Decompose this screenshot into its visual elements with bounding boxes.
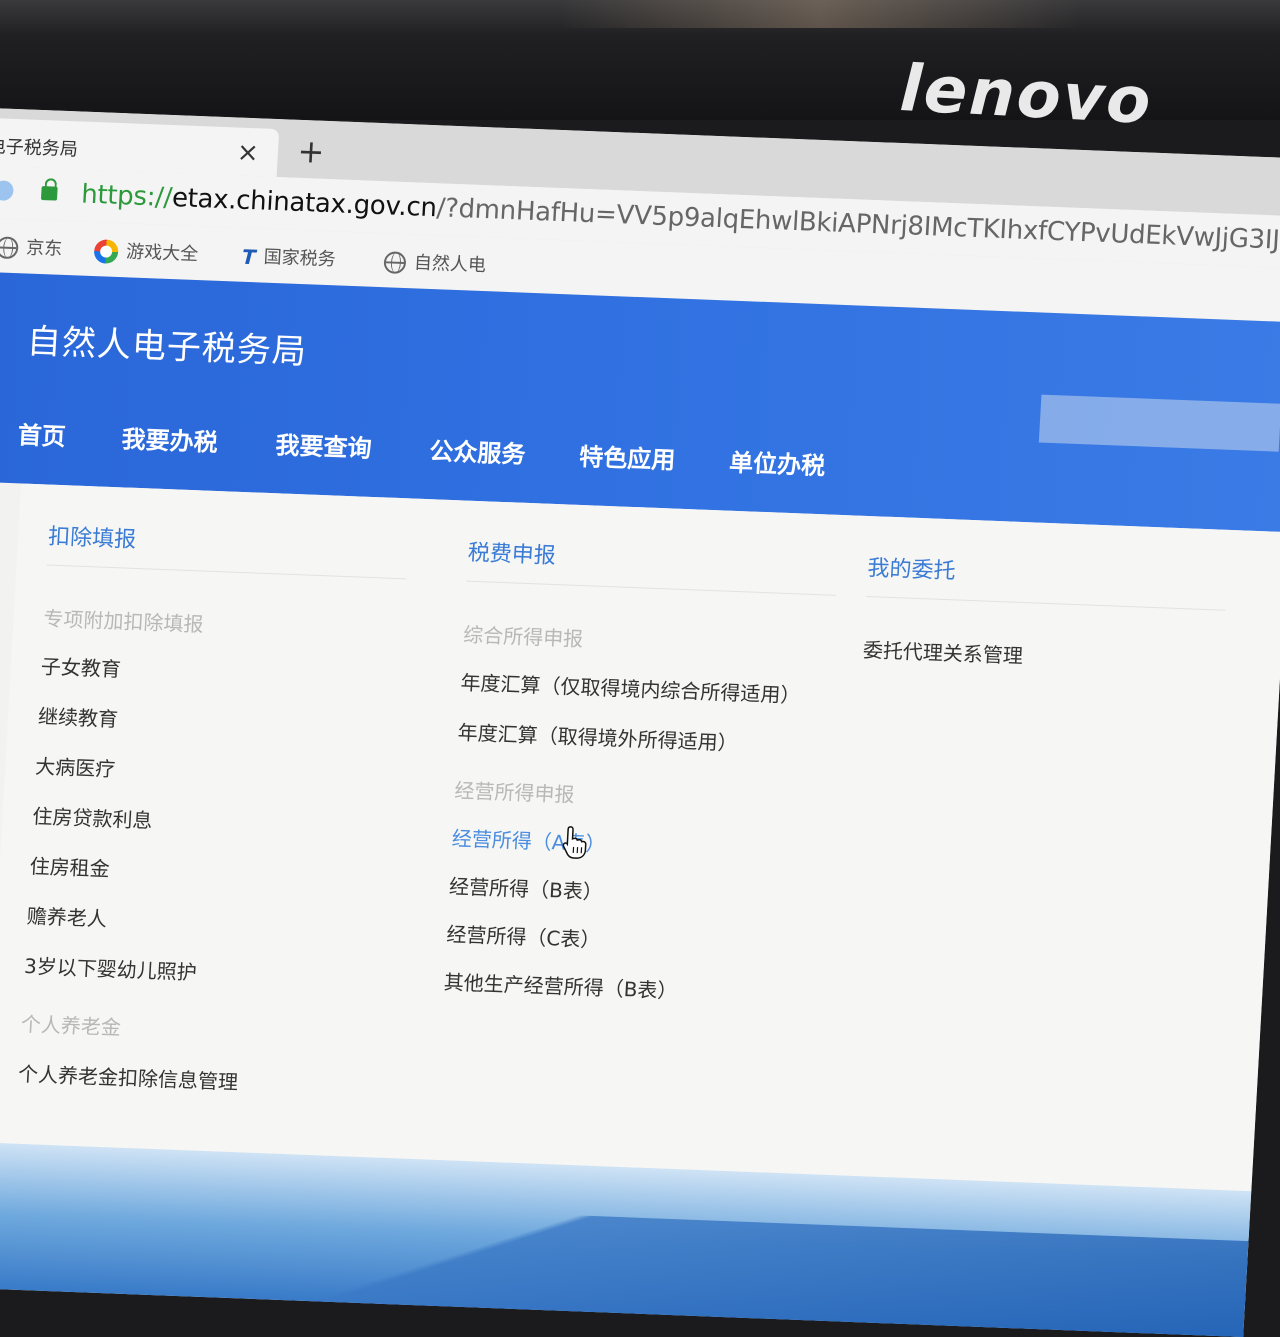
divider [866,596,1226,611]
site-title: 自然人电子税务局 [26,314,309,374]
globe-icon [0,236,19,259]
monitor-brand-logo: lenovo [898,52,1154,139]
group-label: 综合所得申报 [463,619,585,653]
hand-cursor-icon [561,825,589,860]
url-host: etax.chinatax.gov.cn [171,183,437,223]
search-input[interactable] [1039,395,1280,452]
game-icon [93,239,118,264]
menu-item[interactable]: 个人养老金扣除信息管理 [17,1058,238,1095]
nav-query[interactable]: 我要查询 [275,425,373,464]
url-protocol: https:// [80,180,172,213]
bookmark-label: 自然人电 [413,252,486,276]
divider [47,565,407,580]
menu-item[interactable]: 大病医疗 [35,750,117,782]
new-tab-button[interactable]: + [295,132,327,171]
nav-home[interactable]: 首页 [17,415,67,452]
globe-icon [383,251,406,274]
close-icon[interactable]: × [235,137,261,168]
menu-item[interactable]: 经营所得（C表） [446,918,601,953]
nav-handle-tax[interactable]: 我要办税 [121,419,219,458]
mountain-graphic [0,1190,1249,1337]
nav-unit-tax[interactable]: 单位办税 [728,443,826,482]
group-label: 专项附加扣除填报 [43,602,205,637]
menu-item[interactable]: 3岁以下婴幼儿照护 [23,950,197,986]
divider [466,581,836,596]
bookmark-national-tax[interactable]: T 国家税务 [241,242,336,273]
tax-logo-icon: T [241,245,256,269]
menu-item[interactable]: 住房租金 [29,850,111,882]
lock-icon[interactable] [41,186,58,201]
tab-title: 电子税务局 [0,132,79,161]
menu-item[interactable]: 住房贷款利息 [32,800,154,834]
group-label: 经营所得申报 [454,774,576,808]
bookmark-games[interactable]: 游戏大全 [93,236,198,267]
menu-item[interactable]: 年度汇算（取得境外所得适用） [457,716,738,756]
menu-item[interactable]: 赡养老人 [26,900,108,932]
bookmark-natural-person[interactable]: 自然人电 [383,247,486,277]
screen: 电子税务局 × + https://etax.chinatax.gov.cn/?… [0,108,1280,1337]
menu-item[interactable]: 经营所得（B表） [448,870,603,905]
menu-item[interactable]: 委托代理关系管理 [862,634,1024,669]
column-heading[interactable]: 扣除填报 [47,519,137,554]
group-label: 个人养老金 [20,1008,122,1041]
background-glare [560,0,1080,28]
bookmark-label: 国家税务 [263,247,336,271]
site-info-icon[interactable] [0,180,14,201]
column-heading[interactable]: 我的委托 [867,550,957,585]
nav-public-service[interactable]: 公众服务 [429,431,527,470]
mega-menu-panel: 扣除填报 专项附加扣除填报 子女教育 继续教育 大病医疗 住房贷款利息 住房租金… [0,483,1280,1191]
menu-item[interactable]: 年度汇算（仅取得境内综合所得适用） [460,667,801,709]
bookmark-label: 游戏大全 [126,241,199,265]
bookmark-jd[interactable]: 京东 [0,232,63,260]
column-heading[interactable]: 税费申报 [467,535,557,570]
menu-item[interactable]: 子女教育 [40,650,122,682]
bookmark-label: 京东 [26,238,63,260]
nav-featured-apps[interactable]: 特色应用 [579,437,677,476]
menu-item[interactable]: 其他生产经营所得（B表） [443,966,678,1004]
menu-item[interactable]: 继续教育 [37,700,119,732]
